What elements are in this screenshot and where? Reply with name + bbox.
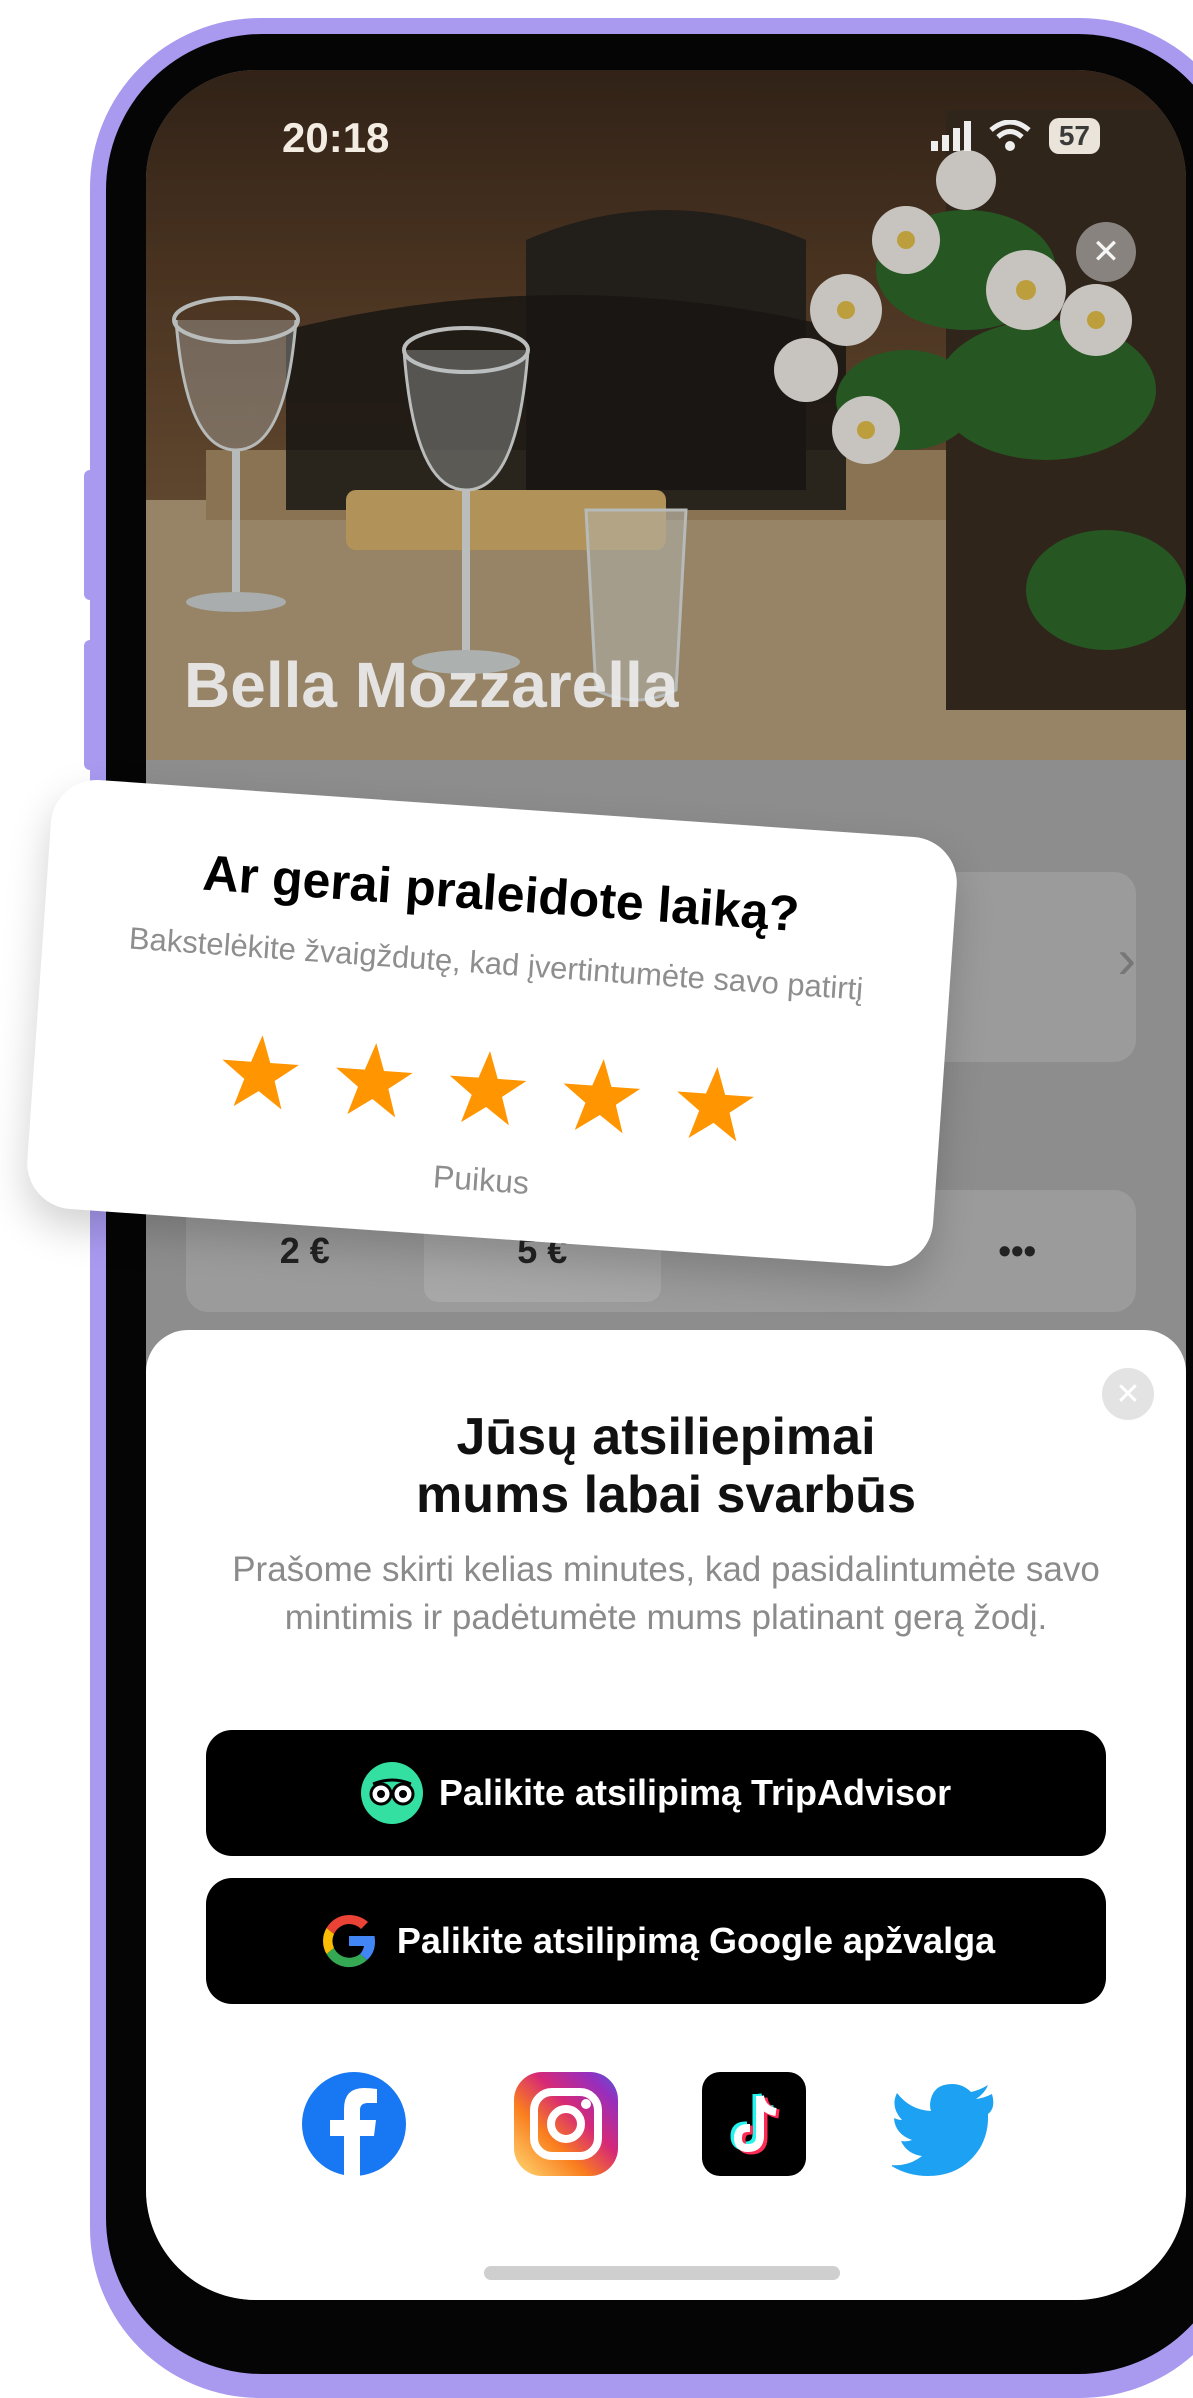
restaurant-name: Bella Mozzarella — [184, 649, 679, 721]
signal-icon — [930, 121, 971, 151]
tripadvisor-icon — [360, 1762, 423, 1824]
star-icon[interactable] — [331, 1037, 416, 1122]
volume-down-button — [84, 640, 96, 770]
star-icon[interactable] — [217, 1029, 302, 1114]
social-links — [146, 2070, 1186, 2180]
google-review-button[interactable]: Palikite atsilipimą Google apžvalga — [206, 1878, 1106, 2004]
star-icon[interactable] — [672, 1061, 757, 1146]
home-indicator — [484, 2266, 840, 2280]
star-rating — [32, 1016, 943, 1159]
google-button-label: Palikite atsilipimą Google apžvalga — [396, 1920, 996, 1961]
close-icon: ✕ — [1115, 1377, 1141, 1411]
star-icon[interactable] — [445, 1045, 530, 1130]
volume-up-button — [84, 470, 96, 600]
tripadvisor-review-button[interactable]: Palikite atsilipimą TripAdvisor — [206, 1730, 1106, 1856]
sheet-title: Jūsų atsiliepimai mums labai svarbūs — [416, 1408, 916, 1524]
close-icon: ✕ — [1091, 233, 1121, 271]
tiktok-icon[interactable] — [700, 2070, 808, 2178]
sheet-description: Prašome skirti kelias minutes, kad pasid… — [232, 1550, 1100, 1637]
battery-indicator: 57 — [1048, 118, 1100, 154]
instagram-icon[interactable] — [512, 2070, 620, 2178]
restaurant-hero-image: 20:18 57 ✕ Bella Mozzarella — [146, 70, 1186, 760]
rating-card: Ar gerai praleidote laiką? Bakstelėkite … — [24, 776, 960, 1270]
feedback-sheet: ✕ Jūsų atsiliepimai mums labai svarbūs P… — [146, 1330, 1186, 2300]
hero-close-button[interactable]: ✕ — [1076, 222, 1136, 282]
twitter-icon[interactable] — [892, 2070, 1000, 2178]
status-time: 20:18 — [282, 114, 390, 161]
google-icon — [322, 1915, 375, 1968]
wifi-icon — [989, 120, 1031, 151]
tripadvisor-button-label: Palikite atsilipimą TripAdvisor — [438, 1772, 952, 1813]
chevron-right-icon: › — [1117, 927, 1136, 990]
facebook-icon[interactable] — [300, 2070, 408, 2178]
star-icon[interactable] — [558, 1053, 643, 1138]
status-icons: 57 — [930, 118, 1100, 154]
